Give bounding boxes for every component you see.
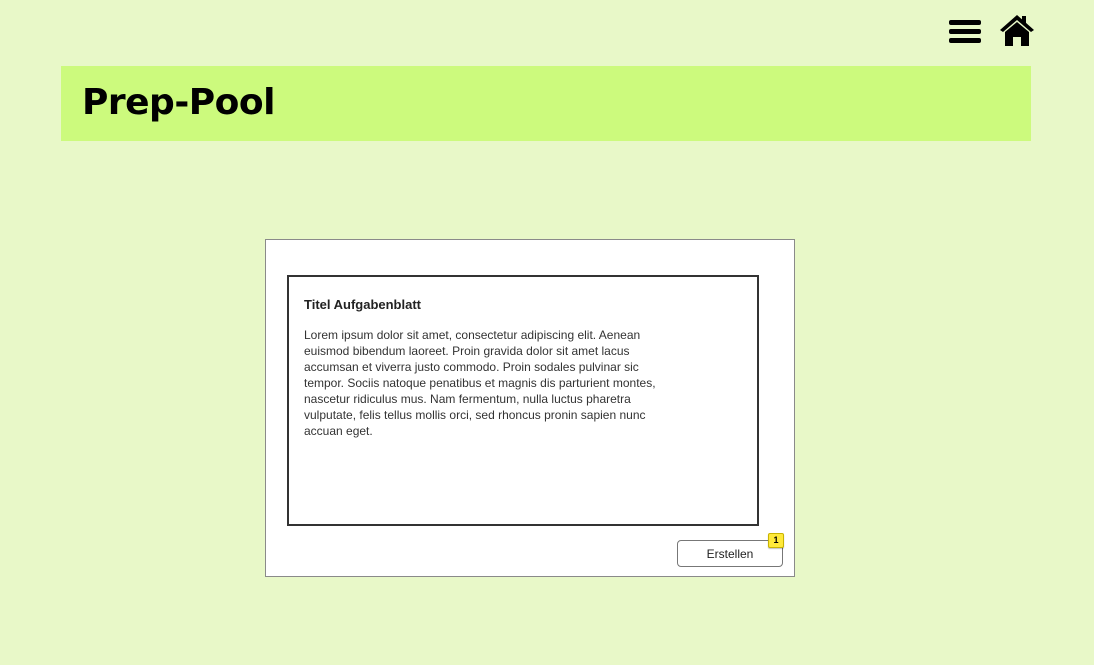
worksheet-description: Lorem ipsum dolor sit amet, consectetur … <box>304 328 656 438</box>
hamburger-menu-icon[interactable] <box>948 13 982 52</box>
worksheet-panel: Titel Aufgabenblatt Lorem ipsum dolor si… <box>265 239 795 577</box>
annotation-badge: 1 <box>768 533 784 548</box>
page-title: Prep-Pool <box>82 82 275 123</box>
home-icon[interactable] <box>998 12 1036 53</box>
worksheet-title: Titel Aufgabenblatt <box>304 297 421 312</box>
worksheet-preview-card: Titel Aufgabenblatt Lorem ipsum dolor si… <box>287 275 759 526</box>
top-toolbar <box>948 12 1036 53</box>
header-banner: Prep-Pool <box>61 66 1031 141</box>
page: Prep-Pool Titel Aufgabenblatt Lorem ipsu… <box>0 0 1094 665</box>
